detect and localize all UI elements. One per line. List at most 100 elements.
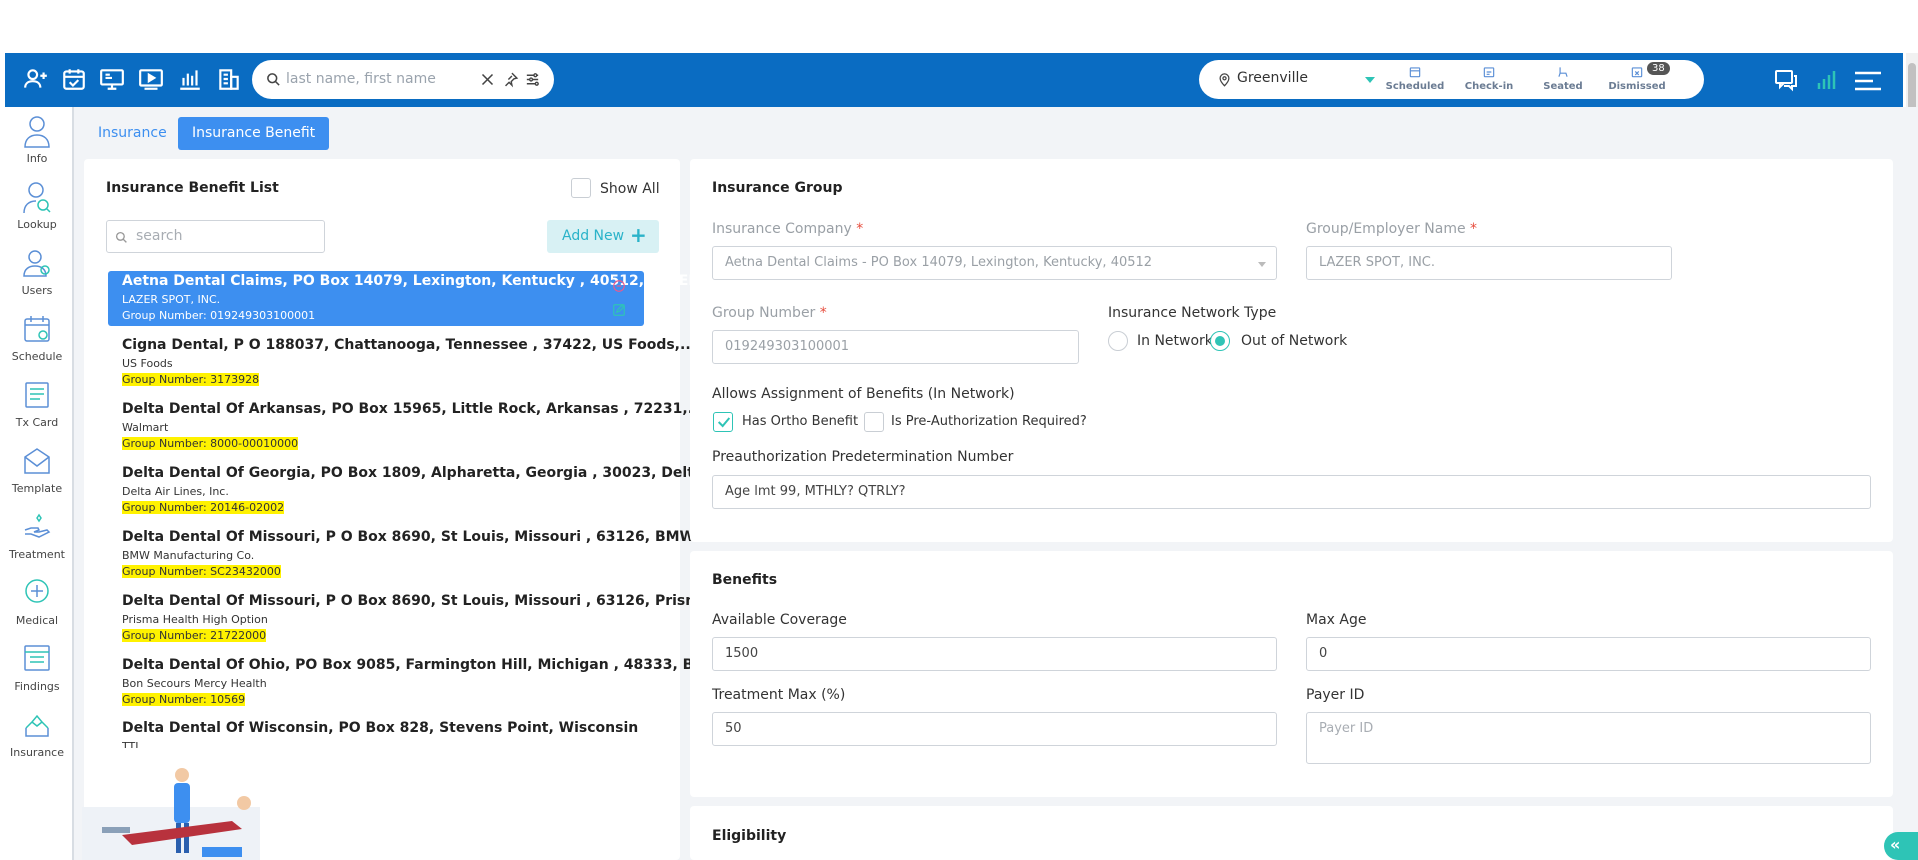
chevron-down-icon bbox=[1258, 262, 1266, 267]
pin-icon[interactable] bbox=[502, 71, 519, 88]
calendar-icon bbox=[1409, 67, 1421, 78]
user-search-icon bbox=[23, 182, 51, 214]
building-icon[interactable] bbox=[215, 65, 243, 93]
filter-sliders-icon[interactable] bbox=[524, 71, 541, 88]
tab-insurance[interactable]: Insurance bbox=[84, 117, 181, 150]
envelope-icon bbox=[24, 448, 50, 474]
calendar-icon bbox=[24, 316, 50, 342]
preauth-number-field[interactable]: Age lmt 99, MTHLY? QTRLY? bbox=[712, 475, 1871, 509]
sidebar-item-template[interactable]: Template bbox=[0, 444, 74, 495]
signal-icon[interactable] bbox=[1814, 67, 1838, 93]
double-chevron-left-icon: « bbox=[1890, 835, 1901, 854]
insurance-company-select[interactable]: Aetna Dental Claims - PO Box 14079, Lexi… bbox=[712, 246, 1277, 280]
sidebar-item-lookup[interactable]: Lookup bbox=[0, 180, 74, 231]
tab-insurance-benefit[interactable]: Insurance Benefit bbox=[178, 117, 330, 150]
hand-icon bbox=[24, 513, 51, 538]
available-coverage-field[interactable]: 1500 bbox=[712, 637, 1277, 671]
has-ortho-benefit-label: Has Ortho Benefit bbox=[742, 414, 859, 429]
list-item[interactable]: Cigna Dental, P O 188037, Chattanooga, T… bbox=[122, 337, 696, 386]
menu-icon[interactable] bbox=[1853, 70, 1883, 92]
list-search-input[interactable]: search bbox=[106, 220, 325, 253]
patient-search-box[interactable]: last name, first name bbox=[252, 60, 554, 99]
check-icon bbox=[717, 417, 731, 428]
benefits-heading: Benefits bbox=[712, 572, 778, 588]
sidebar-item-schedule[interactable]: Schedule bbox=[0, 312, 74, 363]
payer-id-label: Payer ID bbox=[1306, 687, 1365, 703]
network-type-label: Insurance Network Type bbox=[1108, 305, 1277, 321]
add-patient-icon[interactable] bbox=[22, 65, 50, 93]
list-item[interactable]: Delta Dental Of Ohio, PO Box 9085, Farmi… bbox=[122, 657, 719, 706]
treatment-max-field[interactable]: 50 bbox=[712, 712, 1277, 746]
edit-icon[interactable] bbox=[612, 303, 626, 317]
show-all-label: Show All bbox=[600, 181, 660, 197]
user-icon bbox=[24, 116, 50, 148]
preauth-number-label: Preauthorization Predetermination Number bbox=[712, 449, 1014, 465]
dismissed-count-badge: 38 bbox=[1647, 62, 1670, 75]
employer-name-field[interactable]: LAZER SPOT, INC. bbox=[1306, 246, 1672, 280]
add-new-button[interactable]: Add New + bbox=[547, 220, 659, 253]
clear-icon[interactable] bbox=[480, 72, 495, 87]
sidebar-item-insurance[interactable]: Insurance bbox=[0, 708, 74, 759]
video-icon[interactable] bbox=[137, 65, 165, 93]
eligibility-panel bbox=[690, 806, 1893, 860]
sidebar: Info Lookup Users Schedule Tx Card Templ… bbox=[0, 107, 74, 860]
employer-name-label: Group/Employer Name * bbox=[1306, 221, 1478, 237]
in-network-label: In Network bbox=[1137, 333, 1213, 349]
delete-icon[interactable] bbox=[612, 279, 626, 293]
list-item[interactable]: Delta Dental Of Georgia, PO Box 1809, Al… bbox=[122, 465, 719, 514]
tab-bar bbox=[74, 107, 1918, 157]
has-ortho-benefit-checkbox[interactable] bbox=[713, 412, 733, 432]
sidebar-item-info[interactable]: Info bbox=[0, 114, 74, 165]
eligibility-heading: Eligibility bbox=[712, 828, 787, 844]
group-number-label: Group Number * bbox=[712, 305, 827, 321]
dentist-illustration bbox=[82, 768, 260, 860]
stat-seated[interactable]: Seated bbox=[1533, 65, 1593, 92]
chair-icon bbox=[1558, 67, 1568, 77]
bar-chart-icon[interactable] bbox=[176, 65, 204, 93]
pre-authorization-label: Is Pre-Authorization Required? bbox=[891, 414, 1087, 429]
list-item[interactable]: Aetna Dental Claims, PO Box 14079, Lexin… bbox=[122, 273, 715, 322]
dismissed-icon bbox=[1631, 67, 1643, 78]
payer-id-field[interactable]: Payer ID bbox=[1306, 712, 1871, 764]
out-of-network-radio[interactable] bbox=[1210, 331, 1230, 351]
findings-icon bbox=[24, 645, 50, 671]
insurance-company-label: Insurance Company * bbox=[712, 221, 864, 237]
show-all-checkbox[interactable] bbox=[571, 178, 591, 198]
search-icon bbox=[267, 73, 280, 86]
list-item[interactable]: Delta Dental Of Missouri, P O Box 8690, … bbox=[122, 529, 710, 578]
location-pin-icon bbox=[1219, 73, 1230, 87]
list-item[interactable]: Delta Dental Of Arkansas, PO Box 15965, … bbox=[122, 401, 704, 450]
location-select[interactable]: Greenville bbox=[1237, 70, 1308, 86]
pre-authorization-checkbox[interactable] bbox=[864, 412, 884, 432]
sidebar-item-findings[interactable]: Findings bbox=[0, 642, 74, 693]
treatment-max-label: Treatment Max (%) bbox=[712, 687, 846, 703]
insurance-icon bbox=[25, 714, 49, 737]
checkin-icon bbox=[1483, 67, 1495, 78]
list-title: Insurance Benefit List bbox=[106, 180, 279, 196]
available-coverage-label: Available Coverage bbox=[712, 612, 847, 628]
plus-icon: + bbox=[630, 223, 647, 247]
sidebar-item-medical[interactable]: Medical bbox=[0, 576, 74, 627]
search-input[interactable]: last name, first name bbox=[286, 71, 436, 87]
insurance-group-heading: Insurance Group bbox=[712, 180, 843, 196]
chat-icon[interactable] bbox=[1773, 68, 1799, 92]
max-age-label: Max Age bbox=[1306, 612, 1367, 628]
medical-icon bbox=[25, 579, 49, 603]
max-age-field[interactable]: 0 bbox=[1306, 637, 1871, 671]
card-icon bbox=[25, 382, 49, 408]
group-number-field[interactable]: 019249303100001 bbox=[712, 330, 1079, 364]
calendar-check-icon[interactable] bbox=[60, 65, 88, 93]
sidebar-item-treatment[interactable]: Treatment bbox=[0, 510, 74, 561]
stat-check-in[interactable]: Check-in bbox=[1459, 65, 1519, 92]
sidebar-item-users[interactable]: Users bbox=[0, 246, 74, 297]
floating-expand-button[interactable]: « bbox=[1884, 832, 1918, 860]
list-item[interactable]: Delta Dental Of Wisconsin, PO Box 828, S… bbox=[122, 720, 642, 748]
stat-scheduled[interactable]: Scheduled bbox=[1385, 65, 1445, 92]
list-item[interactable]: Delta Dental Of Missouri, P O Box 8690, … bbox=[122, 593, 725, 642]
search-icon bbox=[115, 231, 127, 243]
sidebar-item-tx-card[interactable]: Tx Card bbox=[0, 378, 74, 429]
in-network-radio[interactable] bbox=[1108, 331, 1128, 351]
chevron-down-icon[interactable] bbox=[1365, 77, 1375, 83]
location-status-box: Greenville Scheduled Check-in Seated Dis… bbox=[1199, 60, 1704, 99]
monitor-icon[interactable] bbox=[98, 65, 126, 93]
